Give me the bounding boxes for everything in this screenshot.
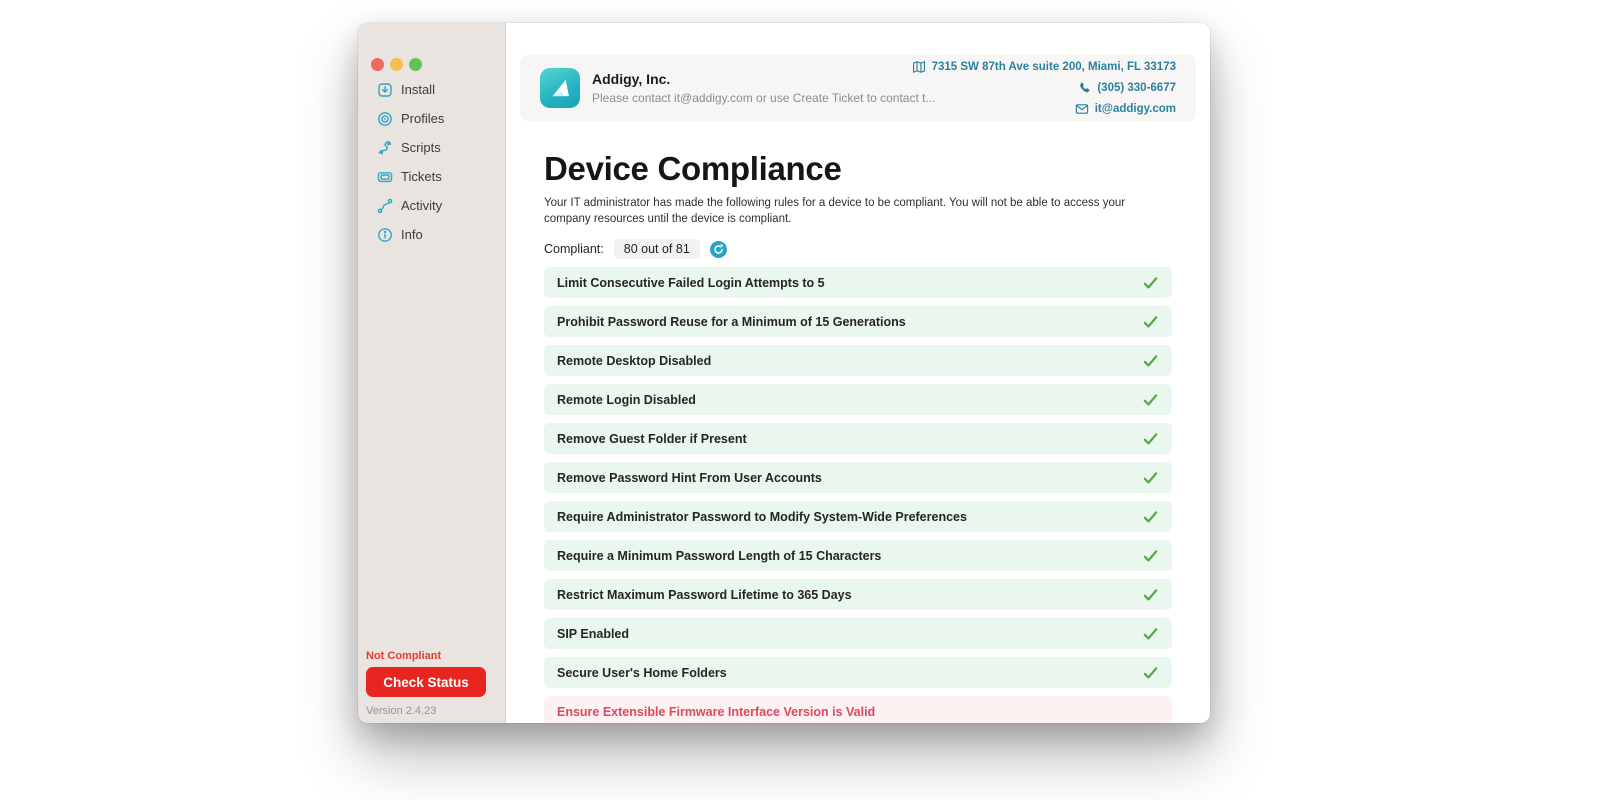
sidebar-item-tickets[interactable]: Tickets <box>358 162 505 191</box>
compliance-rule-row: Prohibit Password Reuse for a Minimum of… <box>544 306 1172 337</box>
sidebar-item-label: Install <box>401 82 435 97</box>
check-icon <box>1142 547 1159 564</box>
info-icon <box>377 227 393 243</box>
check-icon <box>1142 586 1159 603</box>
rule-label: Remove Guest Folder if Present <box>557 432 747 446</box>
sidebar-item-activity[interactable]: Activity <box>358 191 505 220</box>
org-email-link[interactable]: it@addigy.com <box>1075 102 1176 116</box>
envelope-icon <box>1075 102 1089 116</box>
compliance-rule-row: Require a Minimum Password Length of 15 … <box>544 540 1172 571</box>
org-phone-link[interactable]: (305) 330-6677 <box>1077 81 1176 95</box>
org-contact-note: Please contact it@addigy.com or use Crea… <box>592 91 935 105</box>
sidebar-item-info[interactable]: Info <box>358 220 505 249</box>
sidebar-nav: Install Profiles Scripts Tickets <box>358 75 505 249</box>
compliance-rule-row: Remote Desktop Disabled <box>544 345 1172 376</box>
check-status-button[interactable]: Check Status <box>366 667 486 697</box>
compliance-status-label: Not Compliant <box>366 650 498 662</box>
compliance-rule-row: Remove Guest Folder if Present <box>544 423 1172 454</box>
compliance-rule-row: SIP Enabled <box>544 618 1172 649</box>
check-icon <box>1142 508 1159 525</box>
sidebar: Install Profiles Scripts Tickets <box>358 23 506 723</box>
map-icon <box>912 60 926 74</box>
zoom-button[interactable] <box>409 58 422 71</box>
addigy-logo <box>540 68 580 108</box>
sidebar-item-install[interactable]: Install <box>358 75 505 104</box>
app-window: Install Profiles Scripts Tickets <box>358 23 1210 723</box>
org-address-link[interactable]: 7315 SW 87th Ave suite 200, Miami, FL 33… <box>912 60 1176 74</box>
compliance-rule-row: Remote Login Disabled <box>544 384 1172 415</box>
org-info: Addigy, Inc. Please contact it@addigy.co… <box>592 71 935 105</box>
close-button[interactable] <box>371 58 384 71</box>
check-icon <box>1142 664 1159 681</box>
scripts-icon <box>377 140 393 156</box>
org-email: it@addigy.com <box>1095 103 1176 115</box>
profiles-icon <box>377 111 393 127</box>
check-icon <box>1142 274 1159 291</box>
compliance-rule-row: Require Administrator Password to Modify… <box>544 501 1172 532</box>
app-version: Version 2.4.23 <box>366 705 498 717</box>
check-icon <box>1142 352 1159 369</box>
rule-label: Remote Desktop Disabled <box>557 354 711 368</box>
compliance-rules-list: Limit Consecutive Failed Login Attempts … <box>544 267 1172 723</box>
sidebar-status-area: Not Compliant Check Status Version 2.4.2… <box>366 650 498 717</box>
compliance-rule-row: Limit Consecutive Failed Login Attempts … <box>544 267 1172 298</box>
sidebar-item-label: Scripts <box>401 140 441 155</box>
minimize-button[interactable] <box>390 58 403 71</box>
refresh-button[interactable] <box>710 241 727 258</box>
sidebar-item-profiles[interactable]: Profiles <box>358 104 505 133</box>
check-icon <box>1142 469 1159 486</box>
compliance-rule-row: Restrict Maximum Password Lifetime to 36… <box>544 579 1172 610</box>
check-icon <box>1142 313 1159 330</box>
sidebar-item-label: Profiles <box>401 111 444 126</box>
page-title: Device Compliance <box>544 151 1172 187</box>
compliance-rule-row: Ensure Extensible Firmware Interface Ver… <box>544 696 1172 723</box>
org-phone: (305) 330-6677 <box>1097 82 1176 94</box>
org-header-card: Addigy, Inc. Please contact it@addigy.co… <box>520 55 1196 121</box>
compliant-summary: Compliant: 80 out of 81 <box>544 238 1172 260</box>
rule-label: Require Administrator Password to Modify… <box>557 510 967 524</box>
rule-label: Ensure Extensible Firmware Interface Ver… <box>557 705 875 719</box>
compliance-rule-row: Secure User's Home Folders <box>544 657 1172 688</box>
rule-label: Secure User's Home Folders <box>557 666 727 680</box>
window-controls <box>371 58 422 71</box>
phone-icon <box>1077 81 1091 95</box>
rule-label: Prohibit Password Reuse for a Minimum of… <box>557 315 906 329</box>
compliant-label: Compliant: <box>544 242 604 256</box>
main-content: Addigy, Inc. Please contact it@addigy.co… <box>506 23 1210 723</box>
compliance-rule-row: Remove Password Hint From User Accounts <box>544 462 1172 493</box>
contact-info: 7315 SW 87th Ave suite 200, Miami, FL 33… <box>912 55 1176 121</box>
check-icon <box>1142 391 1159 408</box>
rule-label: Remote Login Disabled <box>557 393 696 407</box>
page-description: Your IT administrator has made the follo… <box>544 195 1172 227</box>
sidebar-item-scripts[interactable]: Scripts <box>358 133 505 162</box>
rule-label: SIP Enabled <box>557 627 629 641</box>
rule-label: Restrict Maximum Password Lifetime to 36… <box>557 588 852 602</box>
org-name: Addigy, Inc. <box>592 71 935 87</box>
refresh-icon <box>710 241 727 258</box>
install-icon <box>377 82 393 98</box>
check-icon <box>1142 625 1159 642</box>
rule-label: Limit Consecutive Failed Login Attempts … <box>557 276 825 290</box>
check-icon <box>1142 430 1159 447</box>
rule-label: Remove Password Hint From User Accounts <box>557 471 822 485</box>
activity-icon <box>377 198 393 214</box>
rule-label: Require a Minimum Password Length of 15 … <box>557 549 881 563</box>
sidebar-item-label: Info <box>401 227 423 242</box>
org-address: 7315 SW 87th Ave suite 200, Miami, FL 33… <box>932 61 1176 73</box>
sidebar-item-label: Activity <box>401 198 442 213</box>
sidebar-item-label: Tickets <box>401 169 442 184</box>
tickets-icon <box>377 169 393 185</box>
compliant-count-badge: 80 out of 81 <box>614 239 700 259</box>
